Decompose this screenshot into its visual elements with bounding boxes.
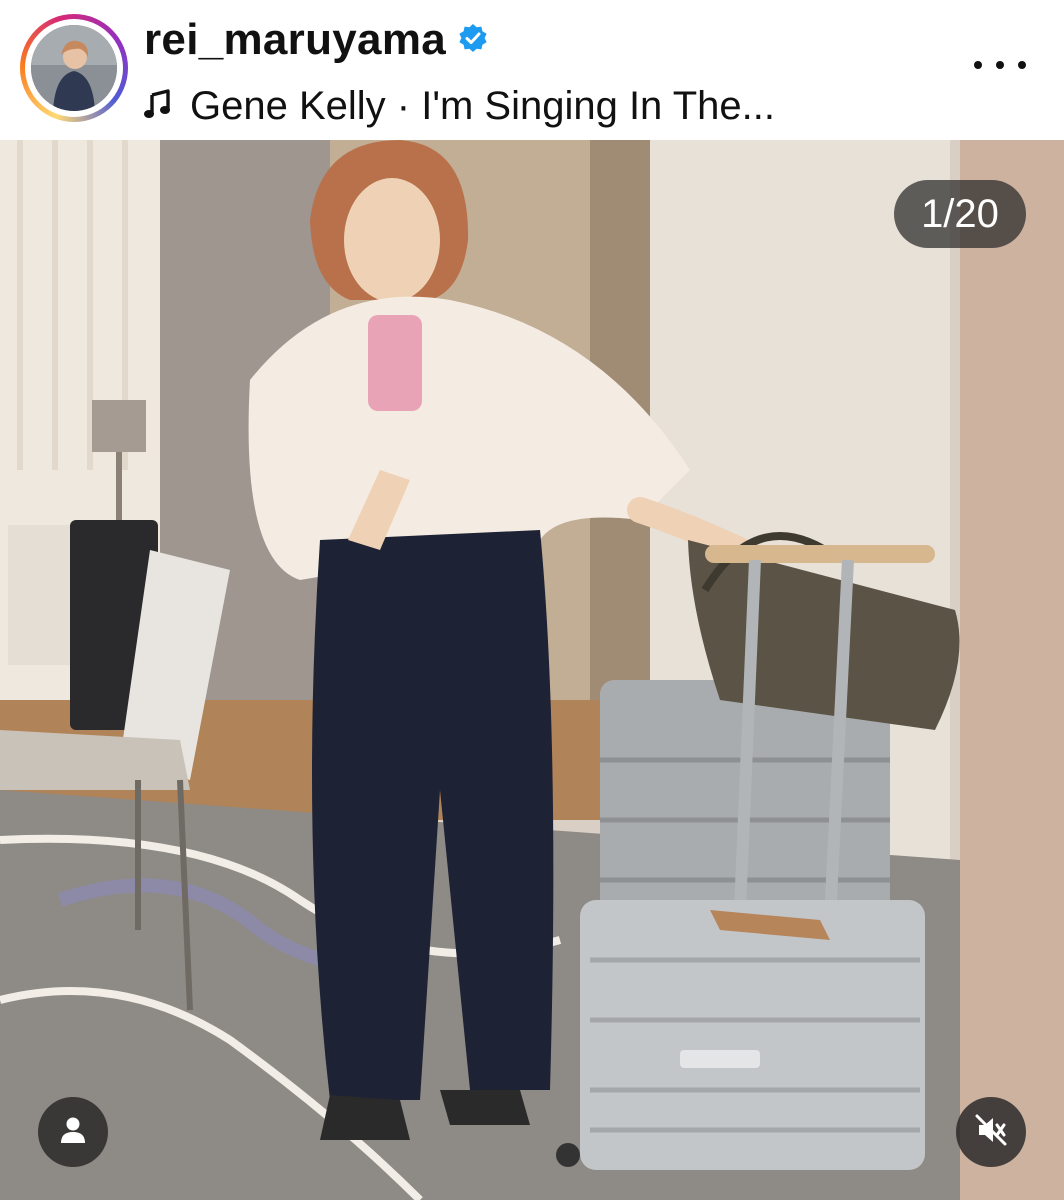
audio-track-label: Gene Kelly · I'm Singing In The... (190, 83, 775, 128)
post-photo[interactable] (0, 140, 1064, 1200)
post-header: rei_maruyama Gene Kelly · I'm Singing In… (0, 0, 1064, 140)
verified-badge-icon (458, 23, 488, 58)
speaker-muted-icon (974, 1113, 1008, 1152)
more-options-icon[interactable] (974, 50, 1026, 80)
carousel-counter: 1/20 (894, 180, 1026, 248)
music-note-icon (144, 88, 172, 124)
story-ring[interactable] (20, 14, 128, 122)
tagged-users-button[interactable] (38, 1097, 108, 1167)
audio-toggle-button[interactable] (956, 1097, 1026, 1167)
audio-attribution[interactable]: Gene Kelly · I'm Singing In The... (144, 78, 775, 134)
username-row: rei_maruyama (144, 12, 488, 68)
avatar[interactable] (31, 25, 117, 111)
username[interactable]: rei_maruyama (144, 15, 446, 65)
user-tag-icon (58, 1115, 88, 1150)
avatar-border (25, 19, 123, 117)
